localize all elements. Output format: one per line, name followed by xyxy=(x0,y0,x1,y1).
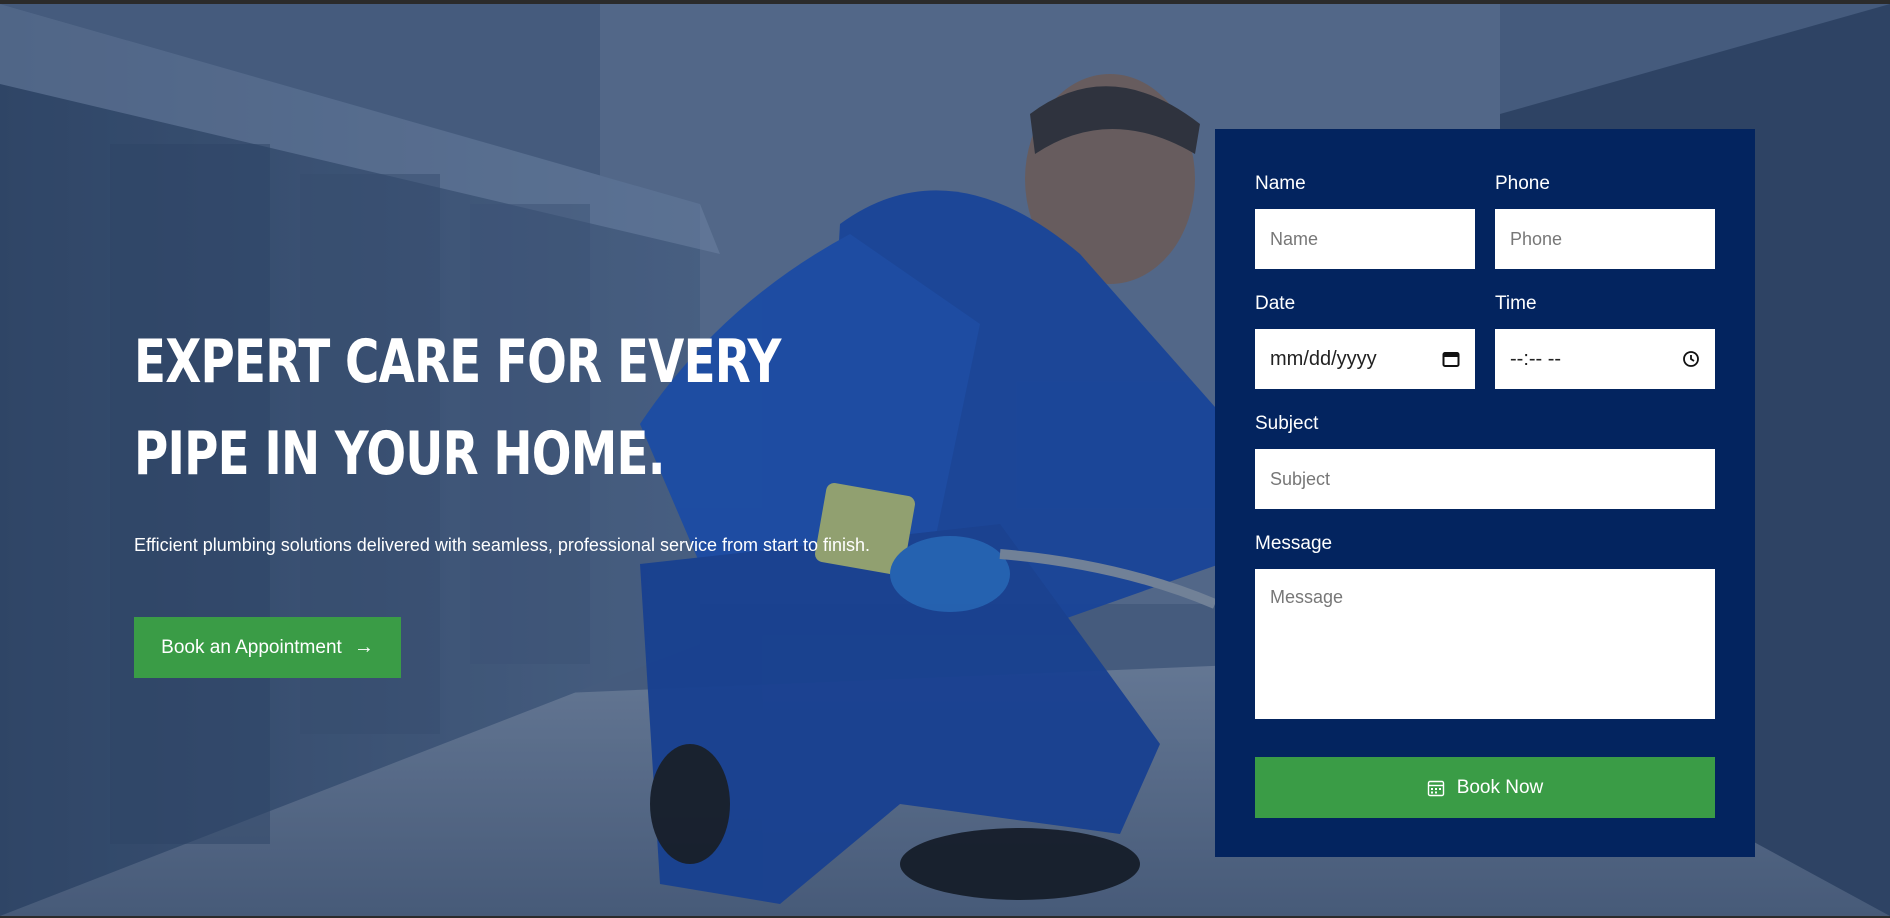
booking-form: Name Name Phone Phone Date mm/dd/yyyy Ti… xyxy=(1215,129,1755,857)
subject-placeholder: Subject xyxy=(1270,468,1331,489)
hero-headline: EXPERT CARE FOR EVERY PIPE IN YOUR HOME. xyxy=(134,316,781,500)
name-placeholder: Name xyxy=(1270,228,1319,249)
phone-input[interactable]: Phone xyxy=(1495,209,1715,269)
phone-label: Phone xyxy=(1495,173,1550,194)
phone-placeholder: Phone xyxy=(1510,228,1563,249)
message-label: Message xyxy=(1255,533,1333,554)
hero-headline-line1: EXPERT CARE FOR EVERY xyxy=(134,327,781,397)
message-placeholder: Message xyxy=(1270,587,1344,607)
time-value: --:-- -- xyxy=(1510,347,1562,370)
calendar-icon[interactable] xyxy=(1442,350,1460,368)
subject-label: Subject xyxy=(1255,413,1319,434)
date-value: mm/dd/yyyy xyxy=(1270,347,1377,370)
subject-input[interactable]: Subject xyxy=(1255,449,1715,509)
message-textarea[interactable]: Message xyxy=(1255,569,1715,719)
clock-icon[interactable] xyxy=(1682,350,1700,368)
calendar-icon xyxy=(1427,780,1444,796)
date-input[interactable]: mm/dd/yyyy xyxy=(1255,329,1475,389)
time-label: Time xyxy=(1495,293,1537,314)
book-now-button[interactable]: Book Now xyxy=(1255,757,1715,818)
hero-headline-line2: PIPE IN YOUR HOME. xyxy=(134,419,666,489)
name-input[interactable]: Name xyxy=(1255,209,1475,269)
date-label: Date xyxy=(1255,293,1296,314)
name-label: Name xyxy=(1255,173,1306,194)
hero-section: EXPERT CARE FOR EVERY PIPE IN YOUR HOME.… xyxy=(0,4,1890,916)
arrow-right-icon: → xyxy=(353,636,374,658)
hero-subtext: Efficient plumbing solutions delivered w… xyxy=(134,535,870,555)
book-appointment-button[interactable]: Book an Appointment → xyxy=(134,617,401,678)
hero-text-block: EXPERT CARE FOR EVERY PIPE IN YOUR HOME.… xyxy=(134,316,894,561)
book-appointment-label: Book an Appointment xyxy=(161,636,342,658)
time-input[interactable]: --:-- -- xyxy=(1495,329,1715,389)
book-now-label: Book Now xyxy=(1456,776,1544,798)
